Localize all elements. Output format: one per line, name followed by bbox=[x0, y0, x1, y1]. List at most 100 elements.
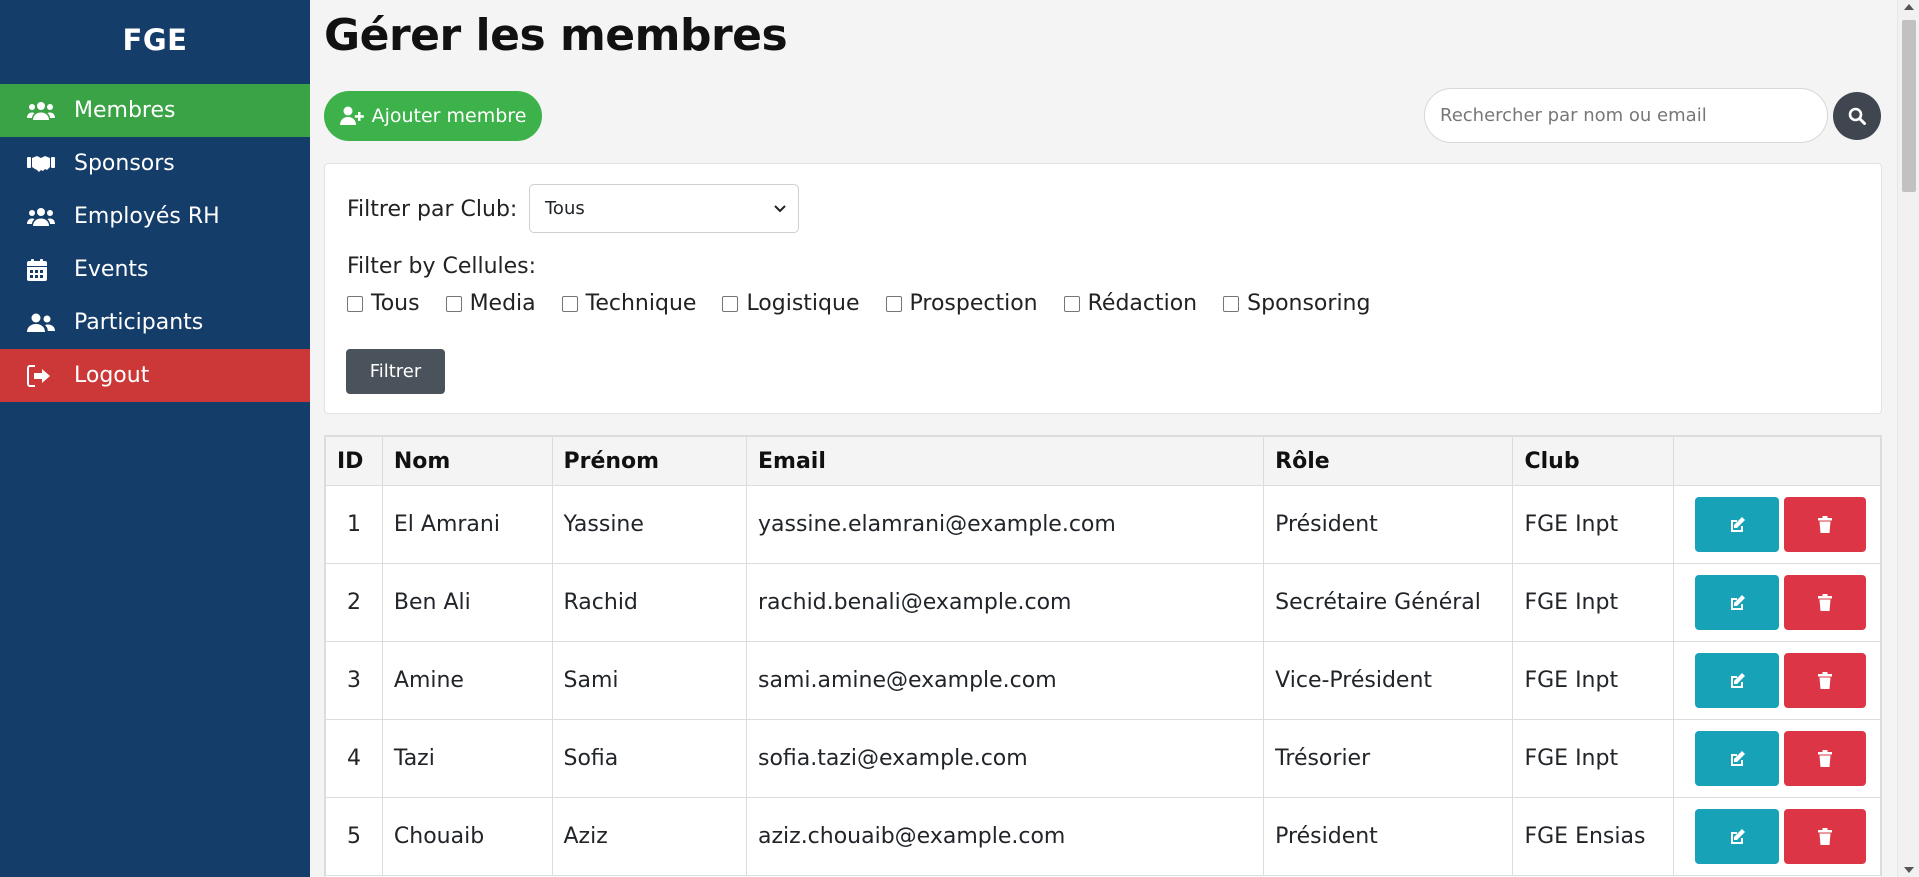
search-input[interactable] bbox=[1424, 88, 1828, 143]
column-header-nom: Nom bbox=[381, 436, 553, 486]
cell-id: 1 bbox=[325, 485, 383, 564]
sidebar-item-membres[interactable]: Membres bbox=[0, 84, 310, 137]
checkbox-label: Rédaction bbox=[1087, 291, 1198, 316]
cell-role: Vice-Président bbox=[1263, 641, 1514, 720]
sidebar-item-logout[interactable]: Logout bbox=[0, 349, 310, 402]
cell-role: Secrétaire Général bbox=[1263, 563, 1514, 642]
cell-nom: Chouaib bbox=[381, 797, 553, 876]
cell-club: FGE Inpt bbox=[1512, 719, 1675, 798]
edit-button[interactable] bbox=[1695, 809, 1780, 864]
scroll-down-arrow-icon[interactable] bbox=[1904, 867, 1914, 873]
checkbox-media[interactable] bbox=[445, 295, 462, 312]
checkbox-item-tous: Tous bbox=[347, 291, 420, 316]
table-row: 3 Amine Sami sami.amine@example.com Vice… bbox=[325, 641, 1881, 720]
cell-actions bbox=[1673, 797, 1881, 876]
cell-role: Président bbox=[1263, 485, 1514, 564]
calendar-icon bbox=[27, 258, 59, 282]
filter-panel: Filtrer par Club: Tous Filter by Cellule… bbox=[324, 163, 1882, 414]
sidebar-item-sponsors[interactable]: Sponsors bbox=[0, 137, 310, 190]
cell-actions bbox=[1673, 641, 1881, 720]
delete-button[interactable] bbox=[1784, 653, 1867, 708]
cell-email: yassine.elamrani@example.com bbox=[745, 485, 1265, 564]
checkbox-label: Logistique bbox=[746, 291, 860, 316]
edit-icon bbox=[1731, 672, 1746, 688]
cell-prenom: Rachid bbox=[551, 563, 747, 642]
add-member-button[interactable]: Ajouter membre bbox=[324, 91, 542, 141]
users-icon bbox=[27, 99, 59, 123]
checkbox-tous[interactable] bbox=[347, 295, 363, 312]
sidebar-item-participants[interactable]: Participants bbox=[0, 296, 310, 349]
cell-nom: Ben Ali bbox=[381, 563, 553, 642]
checkbox-label: Tous bbox=[371, 291, 420, 316]
search-button[interactable] bbox=[1833, 92, 1881, 140]
cell-actions bbox=[1673, 563, 1881, 642]
table-header-row: ID Nom Prénom Email Rôle Club bbox=[325, 436, 1881, 486]
cell-prenom: Yassine bbox=[551, 485, 747, 564]
cell-prenom: Sofia bbox=[551, 719, 747, 798]
cell-club: FGE Inpt bbox=[1512, 641, 1675, 720]
cell-email: rachid.benali@example.com bbox=[745, 563, 1265, 642]
sidebar-item-label: Sponsors bbox=[74, 151, 175, 176]
edit-button[interactable] bbox=[1695, 653, 1780, 708]
checkbox-label: Prospection bbox=[909, 291, 1038, 316]
main-content: Gérer les membres Ajouter membre Filtrer… bbox=[324, 0, 1882, 877]
chevron-down-icon bbox=[774, 204, 786, 212]
checkbox-logistique[interactable] bbox=[722, 295, 739, 312]
scrollbar-thumb[interactable] bbox=[1902, 20, 1916, 192]
cell-email: sofia.tazi@example.com bbox=[745, 719, 1265, 798]
checkbox-prospection[interactable] bbox=[885, 295, 902, 312]
sidebar-item-label: Logout bbox=[74, 363, 150, 388]
club-select[interactable]: Tous bbox=[529, 184, 799, 233]
checkbox-sponsoring[interactable] bbox=[1223, 295, 1240, 312]
search-icon bbox=[1848, 107, 1866, 125]
delete-button[interactable] bbox=[1784, 809, 1867, 864]
cell-actions bbox=[1673, 719, 1881, 798]
page-scrollbar[interactable] bbox=[1897, 0, 1919, 877]
user-plus-icon bbox=[339, 106, 364, 125]
delete-button[interactable] bbox=[1784, 497, 1867, 552]
edit-button[interactable] bbox=[1695, 575, 1780, 630]
table-row: 2 Ben Ali Rachid rachid.benali@example.c… bbox=[325, 563, 1881, 642]
club-select-value: Tous bbox=[545, 198, 585, 219]
checkbox-item-redaction: Rédaction bbox=[1063, 291, 1198, 316]
checkbox-item-logistique: Logistique bbox=[722, 291, 860, 316]
sidebar-item-employes-rh[interactable]: Employés RH bbox=[0, 190, 310, 243]
cell-club: FGE Inpt bbox=[1512, 485, 1675, 564]
cell-id: 5 bbox=[325, 797, 383, 876]
trash-icon bbox=[1818, 516, 1833, 533]
trash-icon bbox=[1818, 672, 1833, 689]
checkbox-redaction[interactable] bbox=[1063, 295, 1080, 312]
cell-nom: El Amrani bbox=[381, 485, 553, 564]
cell-id: 4 bbox=[325, 719, 383, 798]
delete-button[interactable] bbox=[1784, 731, 1867, 786]
column-header-club: Club bbox=[1512, 436, 1675, 486]
club-filter-label: Filtrer par Club: bbox=[347, 197, 518, 222]
column-header-prenom: Prénom bbox=[551, 436, 747, 486]
edit-button[interactable] bbox=[1695, 497, 1780, 552]
checkbox-technique[interactable] bbox=[561, 295, 578, 312]
sidebar-item-label: Membres bbox=[74, 98, 176, 123]
edit-button[interactable] bbox=[1695, 731, 1780, 786]
cell-id: 2 bbox=[325, 563, 383, 642]
members-table-container: ID Nom Prénom Email Rôle Club 1 El Amran… bbox=[324, 435, 1882, 877]
brand-logo[interactable]: FGE bbox=[0, 0, 310, 84]
edit-icon bbox=[1731, 750, 1746, 766]
trash-icon bbox=[1818, 594, 1833, 611]
edit-icon bbox=[1731, 828, 1746, 844]
cell-club: FGE Ensias bbox=[1512, 797, 1675, 876]
trash-icon bbox=[1818, 828, 1833, 845]
cell-prenom: Aziz bbox=[551, 797, 747, 876]
filter-button[interactable]: Filtrer bbox=[346, 349, 445, 394]
user-friends-icon bbox=[27, 311, 59, 335]
table-row: 4 Tazi Sofia sofia.tazi@example.com Trés… bbox=[325, 719, 1881, 798]
sidebar: FGE Membres Sponsors Employés RH Events … bbox=[0, 0, 310, 877]
scroll-up-arrow-icon[interactable] bbox=[1904, 4, 1914, 10]
cell-id: 3 bbox=[325, 641, 383, 720]
checkbox-item-sponsoring: Sponsoring bbox=[1223, 291, 1370, 316]
sidebar-item-events[interactable]: Events bbox=[0, 243, 310, 296]
trash-icon bbox=[1818, 750, 1833, 767]
column-header-role: Rôle bbox=[1263, 436, 1514, 486]
delete-button[interactable] bbox=[1784, 575, 1867, 630]
edit-icon bbox=[1731, 594, 1746, 610]
cell-role: Trésorier bbox=[1263, 719, 1514, 798]
